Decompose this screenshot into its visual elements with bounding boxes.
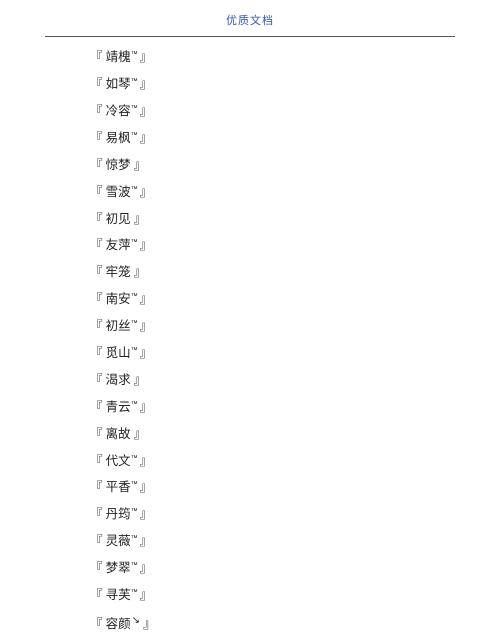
close-bracket: 』 (137, 239, 153, 253)
open-bracket: 『 (90, 131, 106, 145)
list-item: 『 初丝™ 』 (90, 320, 500, 333)
open-bracket: 『 (90, 212, 106, 226)
close-bracket: 』 (131, 265, 147, 279)
open-bracket: 『 (90, 454, 106, 468)
list-item: 『 易枫™ 』 (90, 132, 500, 145)
open-bracket: 『 (90, 185, 106, 199)
list-item: 『 如琴™ 』 (90, 78, 500, 91)
open-bracket: 『 (90, 292, 106, 306)
open-bracket: 『 (90, 588, 106, 602)
page-header: 优质文档 (0, 12, 500, 28)
item-name: 梦翠 (106, 561, 131, 575)
open-bracket: 『 (90, 346, 106, 360)
close-bracket: 』 (137, 588, 153, 602)
open-bracket: 『 (90, 158, 106, 172)
item-name: 丹筠 (106, 508, 131, 522)
open-bracket: 『 (90, 239, 106, 253)
close-bracket: 』 (137, 508, 153, 522)
open-bracket: 『 (90, 535, 106, 549)
close-bracket: 』 (137, 346, 153, 360)
close-bracket: 』 (137, 561, 153, 575)
close-bracket: 』 (137, 185, 153, 199)
open-bracket: 『 (90, 400, 106, 414)
item-name: 雪波 (106, 185, 131, 199)
open-bracket: 『 (90, 617, 106, 631)
close-bracket: 』 (131, 158, 147, 172)
close-bracket: 』 (131, 212, 147, 226)
name-list: 『 靖槐™ 』『 如琴™ 』『 冷容™ 』『 易枫™ 』『 惊梦 』『 雪波™ … (0, 51, 500, 631)
list-item: 『 冷容™ 』 (90, 105, 500, 118)
item-name: 南安 (106, 292, 131, 306)
list-item: 『 离故 』 (90, 428, 500, 441)
close-bracket: 』 (137, 400, 153, 414)
item-name: 友萍 (106, 239, 131, 253)
open-bracket: 『 (90, 427, 106, 441)
list-item: 『 靖槐™ 』 (90, 51, 500, 64)
close-bracket: 』 (137, 50, 153, 64)
list-item: 『 灵薇™ 』 (90, 535, 500, 548)
open-bracket: 『 (90, 481, 106, 495)
item-name: 青云 (106, 400, 131, 414)
item-name: 渴求 (106, 373, 131, 387)
close-bracket: 』 (137, 77, 153, 91)
close-bracket: 』 (131, 427, 147, 441)
item-name: 如琴 (106, 77, 131, 91)
list-item: 『 雪波™ 』 (90, 186, 500, 199)
list-item: 『 渴求 』 (90, 374, 500, 387)
list-item: 『 丹筠™ 』 (90, 508, 500, 521)
item-name: 代文 (106, 454, 131, 468)
item-name: 灵薇 (106, 535, 131, 549)
close-bracket: 』 (137, 104, 153, 118)
open-bracket: 『 (90, 265, 106, 279)
open-bracket: 『 (90, 319, 106, 333)
list-item: 『 寻芙™ 』 (90, 589, 500, 602)
close-bracket: 』 (137, 454, 153, 468)
open-bracket: 『 (90, 561, 106, 575)
open-bracket: 『 (90, 373, 106, 387)
list-item: 『 代文™ 』 (90, 455, 500, 468)
document-page: 优质文档 『 靖槐™ 』『 如琴™ 』『 冷容™ 』『 易枫™ 』『 惊梦 』『… (0, 0, 500, 636)
tail-mark: ↘ (132, 615, 140, 626)
close-bracket: 』 (137, 535, 153, 549)
open-bracket: 『 (90, 508, 106, 522)
close-bracket: 』 (131, 373, 147, 387)
open-bracket: 『 (90, 104, 106, 118)
item-name: 平香 (106, 481, 131, 495)
item-name: 初见 (106, 212, 131, 226)
item-name: 觅山 (106, 346, 131, 360)
list-item: 『 惊梦 』 (90, 159, 500, 172)
item-name: 易枫 (106, 131, 131, 145)
open-bracket: 『 (90, 77, 106, 91)
list-item: 『 青云™ 』 (90, 401, 500, 414)
item-name: 容颜 (106, 617, 131, 631)
close-bracket: 』 (137, 481, 153, 495)
close-bracket: 』 (140, 617, 156, 631)
close-bracket: 』 (137, 292, 153, 306)
open-bracket: 『 (90, 50, 106, 64)
list-item: 『 初见 』 (90, 213, 500, 226)
item-name: 惊梦 (106, 158, 131, 172)
close-bracket: 』 (137, 131, 153, 145)
list-item: 『 觅山™ 』 (90, 347, 500, 360)
item-name: 牢笼 (106, 265, 131, 279)
list-item: 『 南安™ 』 (90, 293, 500, 306)
close-bracket: 』 (137, 319, 153, 333)
item-name: 寻芙 (106, 588, 131, 602)
item-name: 靖槐 (106, 50, 131, 64)
header-rule (45, 36, 455, 37)
list-item: 『 梦翠™ 』 (90, 562, 500, 575)
list-item: 『 友萍™ 』 (90, 239, 500, 252)
item-name: 冷容 (106, 104, 131, 118)
item-name: 初丝 (106, 319, 131, 333)
list-item: 『 平香™ 』 (90, 481, 500, 494)
list-item: 『 牢笼 』 (90, 266, 500, 279)
item-name: 离故 (106, 427, 131, 441)
list-item: 『 容颜↘ 』 (90, 616, 500, 631)
